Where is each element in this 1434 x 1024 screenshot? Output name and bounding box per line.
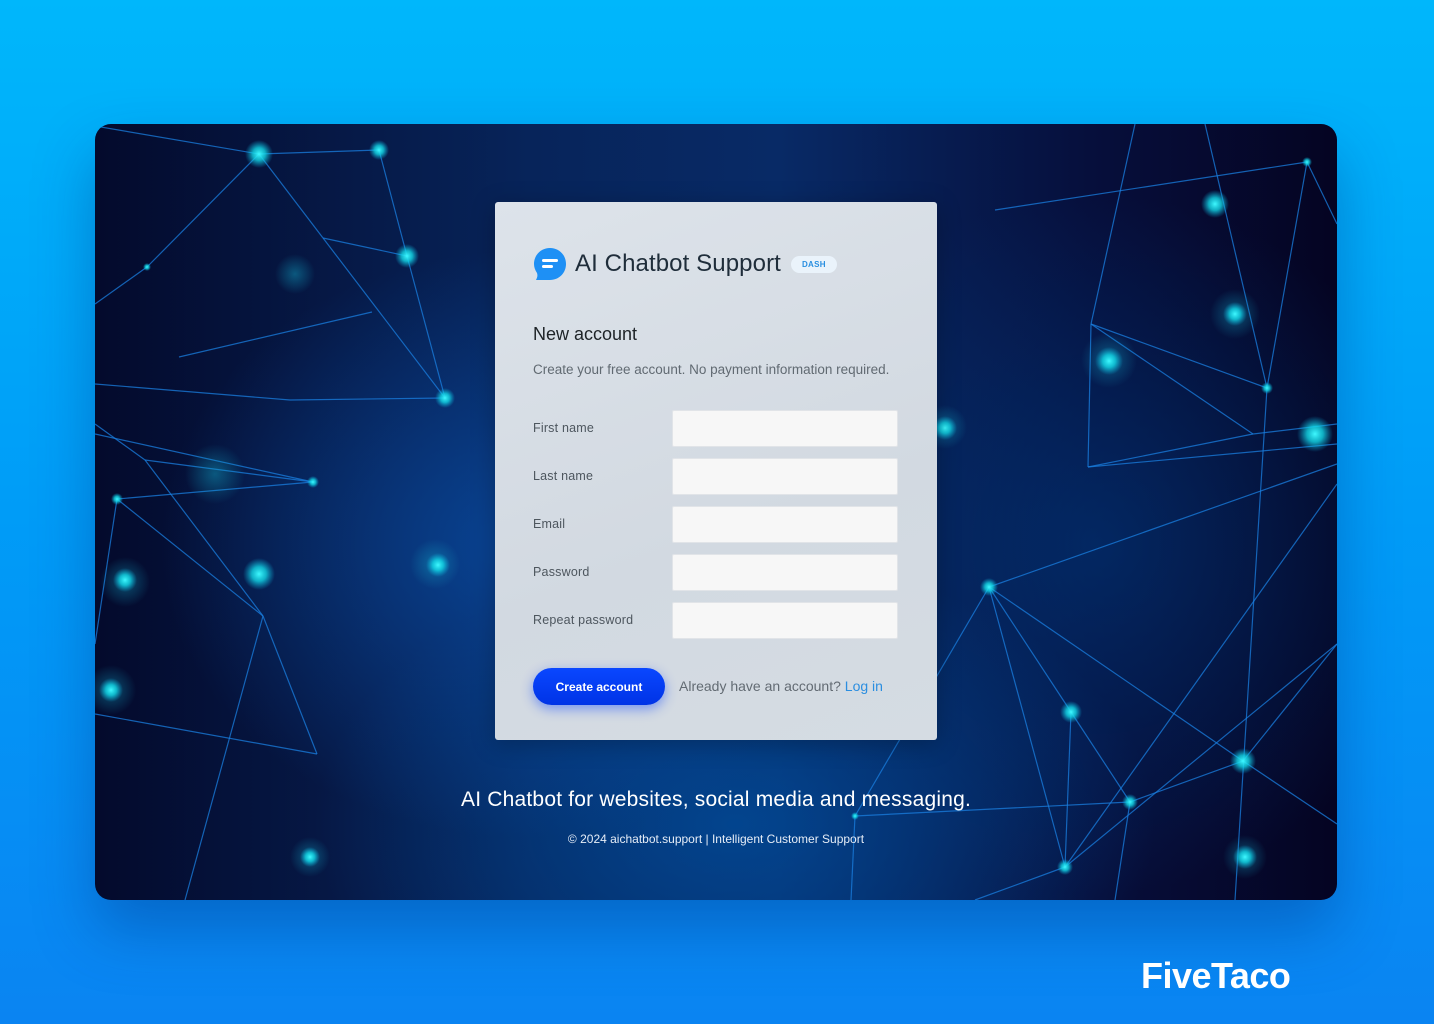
login-link[interactable]: Log in (845, 678, 883, 694)
brand-name: AI Chatbot Support (575, 250, 781, 277)
login-prompt-text: Already have an account? (679, 678, 841, 694)
login-prompt: Already have an account? Log in (679, 678, 883, 694)
first-name-label: First name (533, 421, 595, 435)
create-account-button[interactable]: Create account (533, 668, 665, 705)
brand-header: AI Chatbot Support DASH (533, 246, 837, 282)
copyright: © 2024 aichatbot.support | Intelligent C… (567, 832, 865, 846)
repeat-password-input[interactable] (672, 602, 898, 639)
app-frame: AI Chatbot Support DASH New account Crea… (95, 124, 1337, 900)
first-name-row: First name (533, 410, 898, 448)
last-name-label: Last name (533, 469, 594, 483)
password-row: Password (533, 554, 898, 592)
page-title: New account (533, 324, 638, 344)
email-row: Email (533, 506, 898, 544)
chat-bubble-icon (533, 247, 567, 281)
password-label: Password (533, 565, 590, 579)
dash-badge: DASH (790, 255, 837, 273)
password-input[interactable] (672, 554, 898, 591)
last-name-row: Last name (533, 458, 898, 496)
last-name-input[interactable] (672, 458, 898, 495)
first-name-input[interactable] (672, 410, 898, 447)
repeat-password-label: Repeat password (533, 613, 634, 627)
signup-card: AI Chatbot Support DASH New account Crea… (495, 202, 937, 740)
repeat-password-row: Repeat password (533, 602, 898, 640)
fivetaco-logo: FiveTaco (1141, 955, 1291, 996)
tagline: AI Chatbot for websites, social media an… (461, 788, 971, 811)
email-input[interactable] (672, 506, 898, 543)
email-label: Email (533, 517, 566, 531)
page-subtitle: Create your free account. No payment inf… (533, 362, 890, 377)
